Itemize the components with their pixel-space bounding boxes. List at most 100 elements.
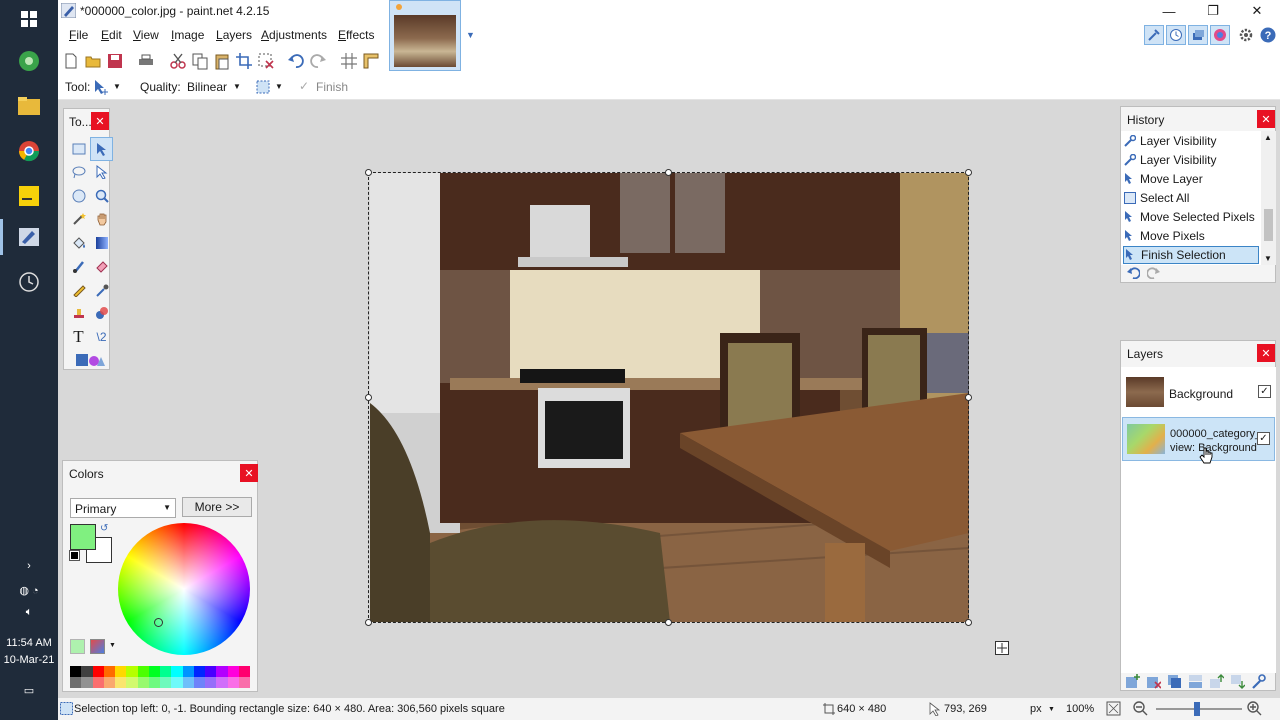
print-icon[interactable]: [137, 52, 155, 70]
text-tool-icon[interactable]: T: [67, 325, 90, 349]
scroll-thumb[interactable]: [1264, 209, 1273, 241]
delete-layer-icon[interactable]: [1146, 674, 1161, 689]
menu-image[interactable]: Image: [171, 28, 204, 42]
merge-layer-icon[interactable]: [1188, 674, 1203, 689]
palette-swatch[interactable]: [70, 677, 82, 688]
units-dropdown[interactable]: px: [1030, 703, 1042, 715]
selection-handle-top-left[interactable]: [365, 169, 372, 176]
palette-swatch[interactable]: [227, 677, 239, 688]
palette-swatch[interactable]: [103, 677, 115, 688]
swap-colors-icon[interactable]: ↺: [100, 523, 108, 534]
layers-window-toggle-icon[interactable]: [1188, 25, 1208, 45]
selection-mode-arrow-icon[interactable]: ▼: [275, 82, 283, 91]
palette-menu-icon[interactable]: [90, 639, 105, 654]
cut-icon[interactable]: [169, 52, 187, 70]
palette-swatch[interactable]: [126, 666, 138, 677]
history-undo-icon[interactable]: [1126, 267, 1140, 279]
sticky-notes-icon[interactable]: [14, 181, 44, 211]
volume-icon[interactable]: 🔈︎: [0, 606, 58, 619]
move-selected-pixels-tool-icon[interactable]: [93, 79, 109, 95]
scroll-up-icon[interactable]: ▲: [1264, 133, 1272, 142]
history-item[interactable]: Move Selected Pixels: [1123, 208, 1259, 226]
selection-handle-bottom-right[interactable]: [965, 619, 972, 626]
clone-stamp-tool-icon[interactable]: [67, 302, 90, 326]
history-item-selected[interactable]: Finish Selection: [1123, 246, 1259, 264]
recent-color-swatch[interactable]: [70, 639, 85, 654]
chrome-icon[interactable]: [14, 136, 44, 166]
history-scrollbar[interactable]: ▲ ▼: [1261, 131, 1276, 265]
zoom-slider-thumb[interactable]: [1194, 702, 1200, 716]
quality-dropdown-arrow-icon[interactable]: ▼: [233, 82, 241, 91]
help-icon[interactable]: ?: [1258, 25, 1278, 45]
color-picker-tool-icon[interactable]: [90, 278, 113, 302]
palette-swatch[interactable]: [205, 666, 217, 677]
finish-button[interactable]: Finish: [316, 80, 348, 94]
app-green-icon[interactable]: [14, 46, 44, 76]
deselect-icon[interactable]: [257, 52, 275, 70]
image-tab-thumbnail[interactable]: [389, 0, 461, 71]
palette-swatch[interactable]: [227, 666, 239, 677]
layer-visibility-checkbox[interactable]: ✓: [1257, 432, 1270, 445]
primary-color-swatch[interactable]: [70, 524, 96, 550]
units-dropdown-arrow-icon[interactable]: ▼: [1048, 706, 1055, 713]
palette-swatch[interactable]: [92, 677, 104, 688]
chevron-up-icon[interactable]: ›: [0, 560, 58, 572]
menu-layers[interactable]: Layers: [216, 28, 252, 42]
layer-properties-icon[interactable]: [1251, 674, 1266, 689]
recolor-tool-icon[interactable]: [90, 302, 113, 326]
paint-net-taskbar-icon[interactable]: [14, 222, 44, 252]
color-mode-dropdown[interactable]: Primary ▼: [70, 498, 176, 518]
move-layer-up-icon[interactable]: [1209, 674, 1224, 689]
palette-swatch[interactable]: [216, 677, 228, 688]
paintbrush-tool-icon[interactable]: [67, 255, 90, 279]
notification-icon[interactable]: ▭: [0, 684, 58, 697]
tool-dropdown-arrow-icon[interactable]: ▼: [113, 82, 121, 91]
zoom-to-window-icon[interactable]: [1106, 701, 1121, 716]
line-curve-tool-icon[interactable]: \2: [90, 325, 113, 349]
copy-icon[interactable]: [191, 52, 209, 70]
selection-handle-top-right[interactable]: [965, 169, 972, 176]
layers-panel-close-button[interactable]: ✕: [1257, 344, 1275, 362]
clock-time[interactable]: 11:54 AM: [0, 637, 58, 649]
clock-app-icon[interactable]: [14, 267, 44, 297]
tabs-dropdown-icon[interactable]: ▼: [466, 30, 475, 40]
palette-swatch[interactable]: [148, 677, 160, 688]
history-window-toggle-icon[interactable]: [1166, 25, 1186, 45]
palette-swatch[interactable]: [103, 666, 115, 677]
paint-bucket-tool-icon[interactable]: [67, 231, 90, 255]
paste-icon[interactable]: [213, 52, 231, 70]
selection-handle-left[interactable]: [365, 394, 372, 401]
palette-swatch[interactable]: [160, 677, 172, 688]
selection-handle-bottom-left[interactable]: [365, 619, 372, 626]
open-file-icon[interactable]: [84, 52, 102, 70]
undo-icon[interactable]: [287, 52, 305, 70]
tools-panel-close-button[interactable]: ✕: [91, 112, 109, 130]
palette-swatch[interactable]: [193, 677, 205, 688]
rectangle-select-tool-icon[interactable]: [67, 137, 90, 161]
minimize-button[interactable]: —: [1147, 0, 1191, 22]
selection-handle-top[interactable]: [665, 169, 672, 176]
palette-swatch[interactable]: [148, 666, 160, 677]
palette-swatch[interactable]: [216, 666, 228, 677]
gradient-tool-icon[interactable]: [90, 231, 113, 255]
ellipse-select-tool-icon[interactable]: [67, 184, 90, 208]
palette-swatch[interactable]: [171, 677, 183, 688]
history-redo-icon[interactable]: [1147, 267, 1161, 279]
close-window-button[interactable]: ✕: [1235, 0, 1279, 22]
menu-edit[interactable]: Edit: [101, 28, 122, 42]
palette-swatch[interactable]: [137, 677, 149, 688]
file-explorer-icon[interactable]: [14, 91, 44, 121]
windows-start-icon[interactable]: [14, 4, 44, 34]
move-selected-pixels-tool-icon[interactable]: [90, 137, 113, 161]
palette-swatch[interactable]: [115, 677, 127, 688]
zoom-in-icon[interactable]: [1247, 701, 1262, 716]
network-icon[interactable]: ◍ ◔: [0, 584, 58, 597]
duplicate-layer-icon[interactable]: [1167, 674, 1182, 689]
save-file-icon[interactable]: [106, 52, 124, 70]
redo-icon[interactable]: [309, 52, 327, 70]
history-item[interactable]: Move Layer: [1123, 170, 1259, 188]
menu-view[interactable]: View: [133, 28, 159, 42]
palette-swatch[interactable]: [81, 677, 93, 688]
palette-swatch[interactable]: [126, 677, 138, 688]
zoom-level-text[interactable]: 100%: [1066, 703, 1094, 715]
